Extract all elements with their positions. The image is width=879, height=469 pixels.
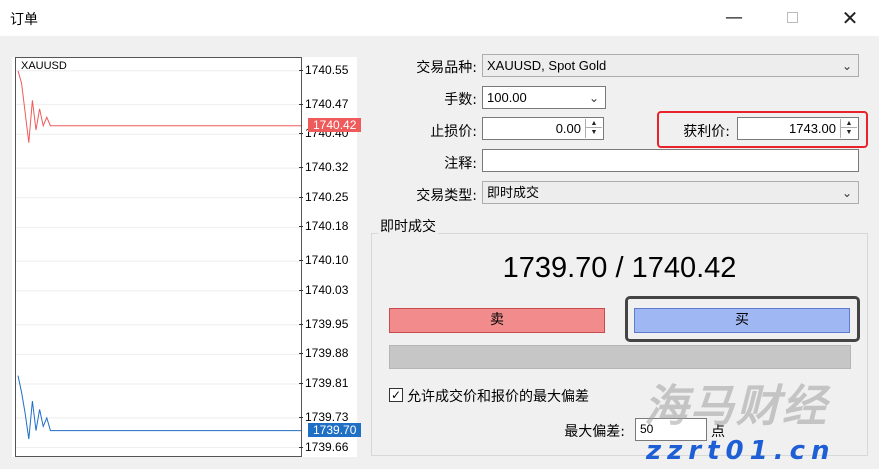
chart-svg	[16, 70, 301, 449]
volume-value: 100.00	[487, 90, 527, 105]
price-axis: 1740.55 1740.47 1740.40 1740.32 1740.25 1740.…	[298, 57, 361, 457]
price-tick-label: 1740.25	[298, 189, 349, 204]
price-tick-label: 1740.18	[298, 219, 349, 234]
order-type-select[interactable]: 即时成交 ⌄	[482, 181, 859, 204]
spin-up-icon[interactable]: ▲	[586, 119, 602, 128]
chevron-down-icon: ⌄	[841, 186, 852, 200]
spin-down-icon[interactable]: ▼	[841, 128, 857, 137]
stop-loss-label: 止损价:	[430, 124, 477, 140]
symbol-value: XAUUSD, Spot Gold	[487, 58, 607, 73]
price-tick-label: 1740.10	[298, 253, 349, 268]
order-type-label: 交易类型:	[416, 188, 477, 204]
series-line-bid	[17, 375, 301, 440]
allow-deviation-checkbox[interactable]: ✓	[389, 388, 403, 402]
allow-deviation-label: 允许成交价和报价的最大偏差	[407, 389, 589, 405]
buy-button[interactable]: 买	[634, 308, 850, 333]
stop-loss-value: 0.00	[555, 121, 581, 136]
chevron-down-icon: ⌄	[841, 59, 852, 73]
chart-plot-area: XAUUSD	[15, 57, 302, 457]
stop-loss-spinner[interactable]: ▲ ▼	[585, 119, 602, 138]
ask-price-tag: 1740.42	[308, 117, 361, 132]
chart-symbol-label: XAUUSD	[21, 60, 67, 72]
status-bar	[389, 345, 851, 369]
order-type-value: 即时成交	[487, 185, 540, 200]
series-line-ask	[17, 70, 301, 143]
price-tick-label: 1740.32	[298, 160, 349, 175]
symbol-select[interactable]: XAUUSD, Spot Gold ⌄	[482, 54, 859, 77]
spin-up-icon[interactable]: ▲	[841, 119, 857, 128]
execution-group-title: 即时成交	[378, 216, 438, 236]
symbol-label: 交易品种:	[416, 60, 477, 76]
chevron-down-icon: ⌄	[588, 91, 599, 105]
price-tick-label: 1739.88	[298, 346, 349, 361]
price-tick-label: 1740.03	[298, 282, 349, 297]
price-tick-label: 1740.55	[298, 62, 349, 77]
checkmark-icon: ✓	[390, 388, 402, 402]
take-profit-value: 1743.00	[789, 121, 836, 136]
bid-ask-quote: 1739.70 / 1740.42	[502, 252, 737, 284]
price-tick-label: 1739.81	[298, 376, 349, 391]
comment-label: 注释:	[444, 156, 477, 172]
comment-input[interactable]	[482, 149, 859, 172]
take-profit-spinner[interactable]: ▲ ▼	[840, 119, 857, 138]
take-profit-label: 获利价:	[683, 124, 730, 140]
points-label: 点	[711, 424, 725, 440]
window-title: 订单	[10, 12, 38, 28]
price-tick-label: 1739.95	[298, 316, 349, 331]
volume-label: 手数:	[444, 92, 477, 108]
tick-chart: XAUUSD 1740.55 1740.47 1740.40 1740.32 1740.…	[12, 57, 361, 457]
maximize-button[interactable]	[780, 6, 804, 30]
title-bar: 订单 — ✕	[0, 0, 879, 36]
take-profit-input[interactable]: 1743.00 ▲ ▼	[737, 117, 859, 140]
minimize-button[interactable]: —	[722, 6, 746, 30]
price-tick-label: 1740.47	[298, 96, 349, 111]
sell-button[interactable]: 卖	[389, 308, 605, 333]
close-button[interactable]: ✕	[838, 6, 862, 30]
maximize-icon	[786, 12, 798, 23]
max-deviation-value: 50	[640, 422, 654, 436]
stop-loss-input[interactable]: 0.00 ▲ ▼	[482, 117, 604, 140]
price-tick-label: 1739.66	[298, 439, 349, 454]
volume-select[interactable]: 100.00 ⌄	[482, 86, 606, 109]
max-deviation-label: 最大偏差:	[564, 424, 625, 440]
bid-price-tag: 1739.70	[308, 422, 361, 437]
max-deviation-input[interactable]: 50	[635, 418, 707, 441]
spin-down-icon[interactable]: ▼	[586, 128, 602, 137]
